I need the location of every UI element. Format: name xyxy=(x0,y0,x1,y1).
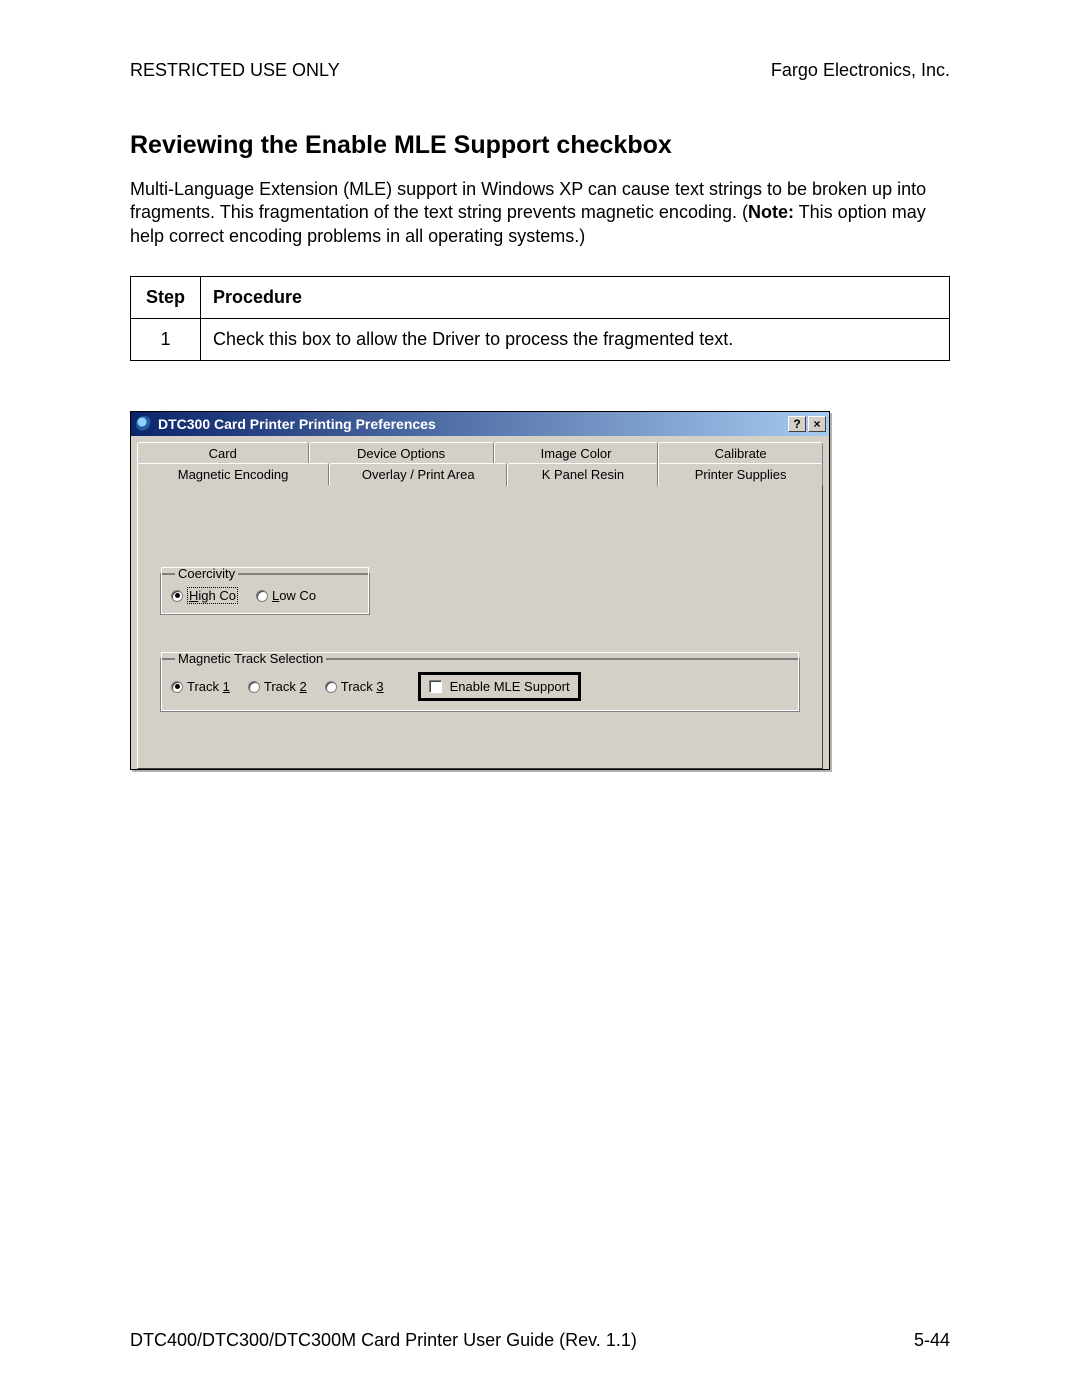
page-footer: DTC400/DTC300/DTC300M Card Printer User … xyxy=(130,1330,950,1351)
radio-high-co[interactable]: High Co xyxy=(171,587,238,604)
help-button[interactable]: ? xyxy=(788,416,806,432)
col-step: Step xyxy=(131,277,201,319)
table-header-row: Step Procedure xyxy=(131,277,950,319)
section-heading: Reviewing the Enable MLE Support checkbo… xyxy=(130,131,950,160)
page-header: RESTRICTED USE ONLY Fargo Electronics, I… xyxy=(130,60,950,81)
table-row: 1 Check this box to allow the Driver to … xyxy=(131,319,950,361)
enable-mle-support-highlight: Enable MLE Support xyxy=(418,672,581,701)
tab-calibrate[interactable]: Calibrate xyxy=(658,442,823,464)
header-right: Fargo Electronics, Inc. xyxy=(771,60,950,81)
tab-overlay-print-area[interactable]: Overlay / Print Area xyxy=(329,463,507,486)
radio-high-co-label: High Co xyxy=(187,587,238,604)
radio-low-co-label: Low Co xyxy=(272,588,316,603)
footer-right: 5-44 xyxy=(914,1330,950,1351)
radio-icon xyxy=(256,590,268,602)
close-button[interactable]: × xyxy=(808,416,826,432)
tab-panel-magnetic-encoding: Coercivity High Co Low Co Magnetic Trac xyxy=(137,485,823,769)
cell-step: 1 xyxy=(131,319,201,361)
footer-left: DTC400/DTC300/DTC300M Card Printer User … xyxy=(130,1330,637,1351)
procedure-table: Step Procedure 1 Check this box to allow… xyxy=(130,276,950,361)
radio-low-co[interactable]: Low Co xyxy=(256,588,316,603)
system-icon xyxy=(136,416,152,432)
radio-track-1-label: Track 1 xyxy=(187,679,230,694)
tab-printer-supplies[interactable]: Printer Supplies xyxy=(658,463,823,486)
radio-icon xyxy=(171,590,183,602)
enable-mle-checkbox[interactable] xyxy=(429,680,442,693)
tab-device-options[interactable]: Device Options xyxy=(309,442,494,464)
coercivity-legend: Coercivity xyxy=(175,566,238,581)
para-note-bold: Note: xyxy=(748,202,794,222)
coercivity-group: Coercivity High Co Low Co xyxy=(160,566,370,615)
tab-magnetic-encoding[interactable]: Magnetic Encoding xyxy=(137,463,329,486)
radio-track-3[interactable]: Track 3 xyxy=(325,679,384,694)
magnetic-track-group: Magnetic Track Selection Track 1 Track 2 xyxy=(160,651,800,712)
header-left: RESTRICTED USE ONLY xyxy=(130,60,340,81)
tab-k-panel-resin[interactable]: K Panel Resin xyxy=(507,463,658,486)
col-procedure: Procedure xyxy=(201,277,950,319)
radio-icon xyxy=(248,681,260,693)
printing-preferences-dialog: DTC300 Card Printer Printing Preferences… xyxy=(130,411,830,770)
radio-track-2-label: Track 2 xyxy=(264,679,307,694)
radio-track-2[interactable]: Track 2 xyxy=(248,679,307,694)
radio-icon xyxy=(325,681,337,693)
titlebar[interactable]: DTC300 Card Printer Printing Preferences… xyxy=(131,412,829,436)
radio-track-1[interactable]: Track 1 xyxy=(171,679,230,694)
dialog-title: DTC300 Card Printer Printing Preferences xyxy=(158,416,788,432)
magnetic-track-legend: Magnetic Track Selection xyxy=(175,651,326,666)
enable-mle-label: Enable MLE Support xyxy=(450,679,570,694)
radio-track-3-label: Track 3 xyxy=(341,679,384,694)
section-paragraph: Multi-Language Extension (MLE) support i… xyxy=(130,178,950,248)
radio-icon xyxy=(171,681,183,693)
tab-image-color[interactable]: Image Color xyxy=(494,442,659,464)
tab-card[interactable]: Card xyxy=(137,442,309,464)
cell-procedure: Check this box to allow the Driver to pr… xyxy=(201,319,950,361)
